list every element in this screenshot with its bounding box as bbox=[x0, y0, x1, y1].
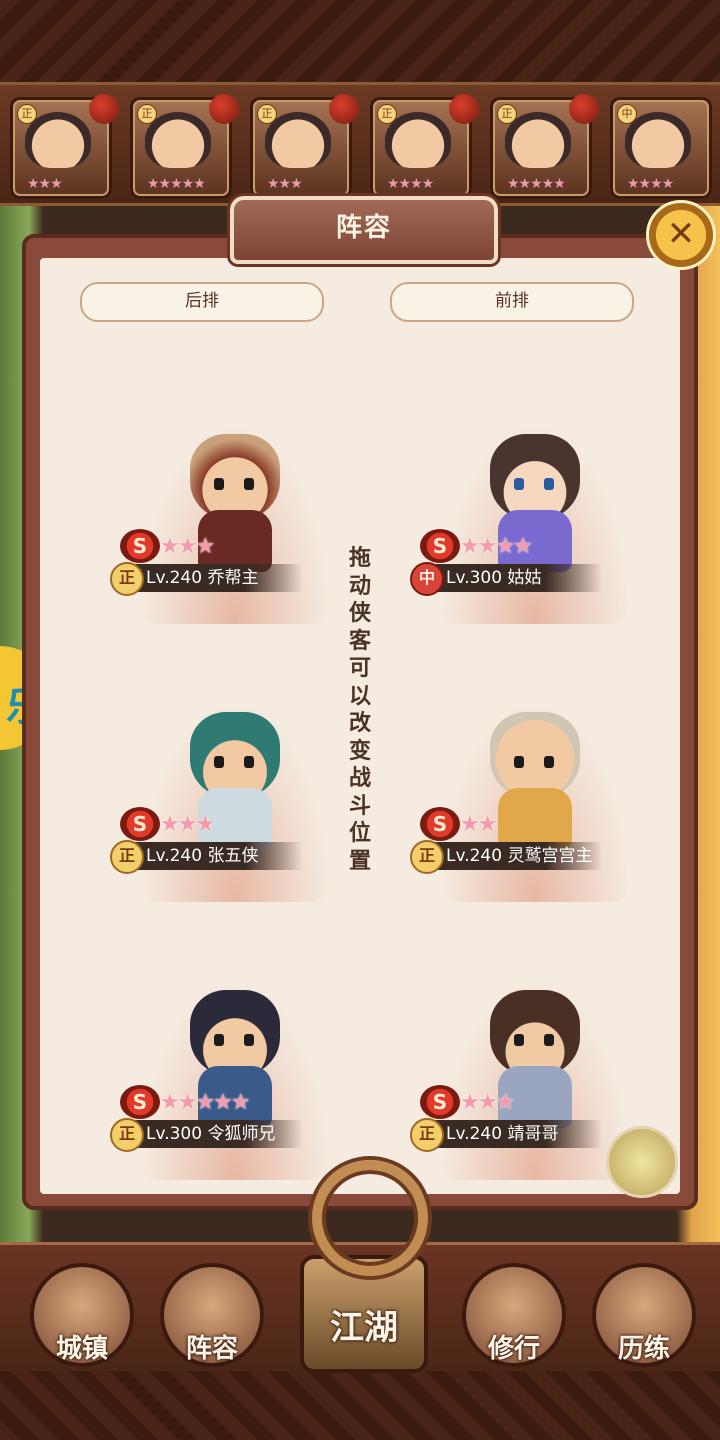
hero-sprite bbox=[180, 434, 290, 584]
star-rating: ★★★★ bbox=[627, 176, 674, 192]
star-rating: ★★★★ bbox=[460, 534, 533, 559]
jianghu-ring-ornament bbox=[312, 1160, 428, 1276]
faction-badge: 正 bbox=[110, 1118, 144, 1152]
hero-sprite bbox=[180, 990, 290, 1140]
nav-training-button[interactable]: 历练 bbox=[592, 1263, 696, 1367]
hero-level-name: Lv.300 姑姑 bbox=[446, 568, 542, 588]
faction-badge: 正 bbox=[410, 1118, 444, 1152]
nav-town-label: 城镇 bbox=[55, 1334, 108, 1364]
hero-card-front-1[interactable]: S ★★★★ 中 Lv.300 姑姑 bbox=[390, 404, 680, 654]
rank-icon: S bbox=[420, 529, 460, 563]
roster-slot[interactable]: 中 ★★★★ bbox=[610, 97, 712, 199]
hero-level-name: Lv.300 令狐师兄 bbox=[146, 1124, 276, 1144]
effect-toggle-button[interactable] bbox=[606, 1126, 678, 1198]
rank-icon: S bbox=[420, 807, 460, 841]
hero-sprite bbox=[480, 712, 590, 862]
lantern-icon bbox=[209, 94, 239, 124]
hero-portrait bbox=[505, 112, 571, 168]
close-button[interactable]: ✕ bbox=[646, 200, 716, 270]
roster-slot[interactable]: 正 ★★★ bbox=[250, 94, 359, 199]
hero-level-name: Lv.240 乔帮主 bbox=[146, 568, 259, 588]
star-rating: ★★ bbox=[460, 812, 497, 837]
rank-icon: S bbox=[120, 529, 160, 563]
hero-level-name: Lv.240 灵鹫宫宫主 bbox=[446, 846, 593, 866]
hero-portrait bbox=[25, 112, 91, 168]
hero-card-back-2[interactable]: S ★★★ 正 Lv.240 张五侠 bbox=[90, 682, 380, 932]
nav-lineup-button[interactable]: 阵容 bbox=[160, 1263, 264, 1367]
lantern-icon bbox=[569, 94, 599, 124]
faction-badge: 正 bbox=[17, 104, 37, 124]
rank-icon: S bbox=[120, 807, 160, 841]
nav-town-button[interactable]: 城镇 bbox=[30, 1263, 134, 1367]
star-rating: ★★★★★ bbox=[160, 1090, 251, 1115]
nav-training-label: 历练 bbox=[617, 1334, 670, 1364]
roster-slot[interactable]: 正 ★★★★★ bbox=[490, 94, 599, 199]
roster-slot[interactable]: 正 ★★★ bbox=[10, 94, 119, 199]
hero-portrait bbox=[265, 112, 331, 168]
faction-badge: 正 bbox=[377, 104, 397, 124]
rank-icon: S bbox=[420, 1085, 460, 1119]
roster-slot[interactable]: 正 ★★★★ bbox=[370, 94, 479, 199]
hero-level-name: Lv.240 靖哥哥 bbox=[446, 1124, 559, 1144]
star-rating: ★★★★★ bbox=[507, 176, 566, 192]
hero-sprite bbox=[480, 990, 590, 1140]
hero-sprite bbox=[480, 434, 590, 584]
star-rating: ★★★ bbox=[160, 534, 215, 559]
back-row-label: 后排 bbox=[80, 282, 324, 322]
star-rating: ★★★ bbox=[27, 176, 63, 192]
faction-badge: 正 bbox=[110, 840, 144, 874]
hero-card-front-2[interactable]: S ★★ 正 Lv.240 灵鹫宫宫主 bbox=[390, 682, 680, 932]
lantern-icon bbox=[329, 94, 359, 124]
faction-badge: 正 bbox=[410, 840, 444, 874]
front-row-label: 前排 bbox=[390, 282, 634, 322]
hero-portrait bbox=[385, 112, 451, 168]
faction-badge: 正 bbox=[110, 562, 144, 596]
nav-practice-button[interactable]: 修行 bbox=[462, 1263, 566, 1367]
hero-roster-strip: 正 ★★★ 正 ★★★★★ 正 ★★★ 正 ★★★★ 正 ★★★★★ 中 ★★★… bbox=[0, 82, 720, 206]
nav-practice-label: 修行 bbox=[487, 1334, 540, 1364]
hero-card-back-1[interactable]: S ★★★ 正 Lv.240 乔帮主 bbox=[90, 404, 380, 654]
lantern-icon bbox=[89, 94, 119, 124]
star-rating: ★★★★ bbox=[387, 176, 434, 192]
nav-lineup-label: 阵容 bbox=[185, 1334, 238, 1364]
nav-jianghu-label: 江湖 bbox=[330, 1308, 398, 1348]
panel-title-plate: 阵容 bbox=[230, 196, 498, 264]
rank-icon: S bbox=[120, 1085, 160, 1119]
hero-sprite bbox=[180, 712, 290, 862]
panel-title: 阵容 bbox=[335, 213, 392, 243]
faction-badge: 正 bbox=[497, 104, 517, 124]
star-rating: ★★★ bbox=[160, 812, 215, 837]
star-rating: ★★★ bbox=[267, 176, 303, 192]
background-top bbox=[0, 0, 720, 90]
hero-portrait bbox=[625, 112, 691, 168]
faction-badge: 中 bbox=[410, 562, 444, 596]
hero-portrait bbox=[145, 112, 211, 168]
faction-badge: 正 bbox=[137, 104, 157, 124]
star-rating: ★★★ bbox=[460, 1090, 515, 1115]
lantern-icon bbox=[449, 94, 479, 124]
hero-level-name: Lv.240 张五侠 bbox=[146, 846, 259, 866]
faction-badge: 中 bbox=[617, 104, 637, 124]
star-rating: ★★★★★ bbox=[147, 176, 206, 192]
roster-slot[interactable]: 正 ★★★★★ bbox=[130, 94, 239, 199]
faction-badge: 正 bbox=[257, 104, 277, 124]
